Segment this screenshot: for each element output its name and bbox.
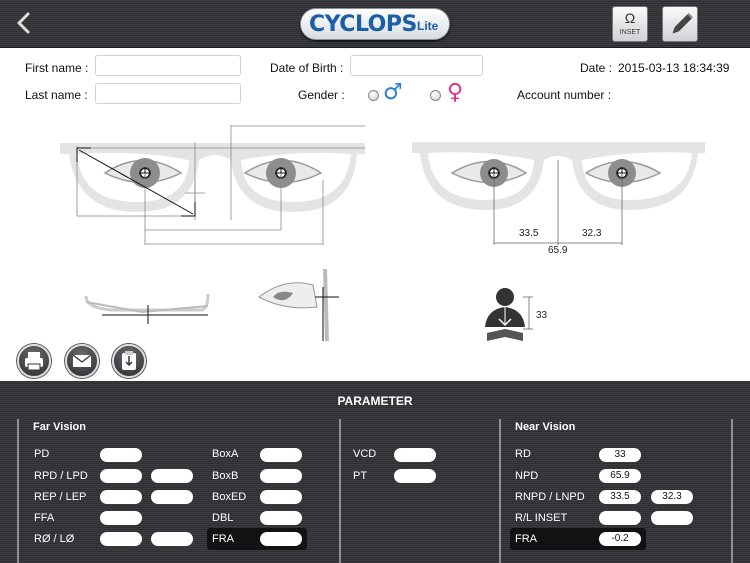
parameter-title: PARAMETER <box>337 394 413 408</box>
param-field-boxa[interactable] <box>260 448 302 462</box>
divider-near-left <box>499 419 501 563</box>
param-label-vcd: VCD <box>353 448 377 460</box>
param-field-lep[interactable] <box>151 490 193 504</box>
param-field-ffa[interactable] <box>100 511 142 525</box>
param-field-lnpd[interactable]: 32.3 <box>651 490 693 504</box>
female-icon: ♀ <box>447 80 464 105</box>
back-button[interactable] <box>12 8 36 38</box>
param-label-rnpd-lnpd: RNPD / LNPD <box>515 491 585 503</box>
param-label-boxa: BoxA <box>212 448 239 460</box>
param-label-fra-far: FRA <box>212 533 234 545</box>
total-pd-value: 65.9 <box>548 245 568 256</box>
logo-text: CYCLOPS <box>309 12 417 37</box>
gender-female-radio[interactable] <box>430 90 441 101</box>
export-button[interactable] <box>112 344 146 378</box>
param-field-rpd[interactable] <box>100 469 142 483</box>
last-name-label: Last name : <box>25 88 88 102</box>
param-field-rd[interactable]: 33 <box>599 448 641 462</box>
divider-right <box>731 419 733 563</box>
param-label-rep-lep: REP / LEP <box>34 491 87 503</box>
date-label: Date : <box>580 61 613 75</box>
frame-wrap-angle-diagram <box>84 293 210 324</box>
right-pd-value: 32.3 <box>582 228 602 239</box>
param-field-rep[interactable] <box>100 490 142 504</box>
param-field-boxed[interactable] <box>260 490 302 504</box>
top-bar: CYCLOPS Lite Ω INSET <box>0 0 750 48</box>
app-logo: CYCLOPS Lite <box>300 8 450 40</box>
person-reading-icon <box>485 288 533 341</box>
inset-button[interactable]: Ω INSET <box>612 6 648 42</box>
param-field-lo[interactable] <box>151 532 193 546</box>
param-field-fra-far[interactable] <box>260 532 302 546</box>
inset-label: INSET <box>619 29 641 36</box>
param-label-boxed: BoxED <box>212 491 247 503</box>
param-field-r-inset[interactable] <box>599 511 641 525</box>
gender-label: Gender : <box>298 88 345 102</box>
param-field-dbl[interactable] <box>260 511 302 525</box>
param-label-pd: PD <box>34 448 50 460</box>
param-label-fra-near: FRA <box>515 533 537 545</box>
divider-middle <box>339 419 341 563</box>
logo-suffix: Lite <box>417 19 439 33</box>
param-label-ffa: FFA <box>34 512 55 524</box>
left-pd-value: 33.5 <box>519 228 539 239</box>
param-label-dbl: DBL <box>212 512 234 524</box>
param-label-rd: RD <box>515 448 531 460</box>
male-icon: ♂ <box>383 80 403 105</box>
mail-button[interactable] <box>65 344 99 378</box>
print-icon <box>25 352 43 371</box>
far-vision-title: Far Vision <box>33 421 86 433</box>
back-chevron-icon <box>17 12 30 34</box>
param-label-rpd-lpd: RPD / LPD <box>34 470 88 482</box>
param-field-npd[interactable]: 65.9 <box>599 469 641 483</box>
omega-icon: Ω <box>624 10 636 26</box>
param-label-npd: NPD <box>515 470 539 482</box>
param-field-l-inset[interactable] <box>651 511 693 525</box>
first-name-label: First name : <box>25 61 89 75</box>
pd-measurement-diagram <box>412 142 705 245</box>
param-field-vcd[interactable] <box>394 448 436 462</box>
param-field-rnpd[interactable]: 33.5 <box>599 490 641 504</box>
pencil-icon <box>672 12 694 34</box>
reading-distance-value: 33 <box>536 310 548 321</box>
param-field-pd[interactable] <box>100 448 142 462</box>
dob-input[interactable] <box>350 55 483 76</box>
frame-boxing-diagram <box>60 125 365 245</box>
last-name-input[interactable] <box>95 83 241 104</box>
account-number-label: Account number : <box>517 88 612 102</box>
param-field-pt[interactable] <box>394 469 436 483</box>
clipboard-export-icon <box>122 351 136 370</box>
near-vision-title: Near Vision <box>515 421 576 433</box>
divider-far-left <box>17 419 19 563</box>
vertex-distance-diagram <box>258 268 339 342</box>
dob-label: Date of Birth : <box>270 61 344 75</box>
date-value: 2015-03-13 18:34:39 <box>618 61 730 75</box>
param-field-fra-near[interactable]: -0.2 <box>599 532 641 546</box>
param-label-boxb: BoxB <box>212 470 239 482</box>
edit-button[interactable] <box>662 6 698 42</box>
param-field-ro[interactable] <box>100 532 142 546</box>
first-name-input[interactable] <box>95 55 241 76</box>
param-label-pt: PT <box>353 470 368 482</box>
param-field-boxb[interactable] <box>260 469 302 483</box>
print-button[interactable] <box>17 344 51 378</box>
param-field-lpd[interactable] <box>151 469 193 483</box>
mail-icon <box>72 354 92 367</box>
param-label-rl-inset: R/L INSET <box>515 512 568 524</box>
gender-male-radio[interactable] <box>368 90 379 101</box>
parameter-panel: PARAMETER Far Vision PD RPD / LPD REP / … <box>0 381 750 563</box>
param-label-ro-lo: RØ / LØ <box>34 533 75 545</box>
